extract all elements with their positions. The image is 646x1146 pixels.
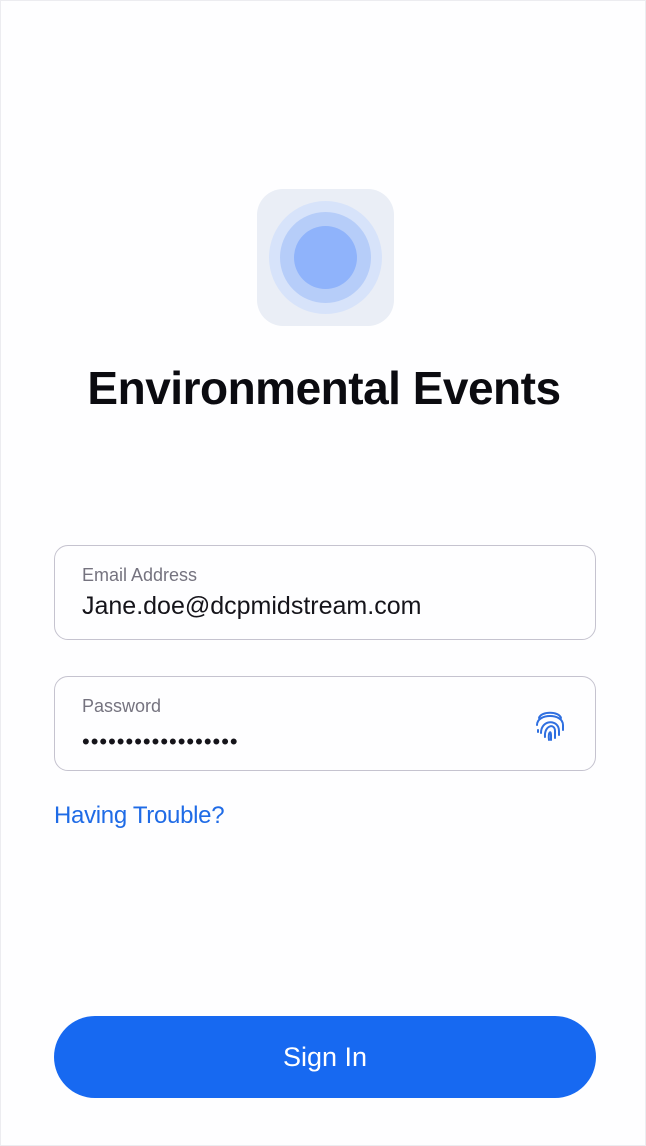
fingerprint-icon[interactable] bbox=[533, 705, 567, 743]
password-field[interactable]: Password •••••••••••••••••• bbox=[54, 676, 596, 771]
password-input[interactable]: •••••••••••••••••• bbox=[82, 729, 239, 755]
email-label: Email Address bbox=[82, 565, 198, 585]
sign-in-button[interactable]: Sign In bbox=[54, 1016, 596, 1098]
email-input[interactable] bbox=[82, 592, 522, 621]
login-screen: Environmental Events Email Address Passw… bbox=[0, 0, 646, 1146]
app-logo bbox=[257, 189, 394, 326]
having-trouble-link[interactable]: Having Trouble? bbox=[54, 802, 225, 830]
email-field[interactable]: Email Address bbox=[54, 545, 596, 640]
password-label: Password bbox=[82, 696, 162, 716]
app-title: Environmental Events bbox=[87, 362, 561, 414]
logo-ring-inner bbox=[294, 226, 357, 289]
